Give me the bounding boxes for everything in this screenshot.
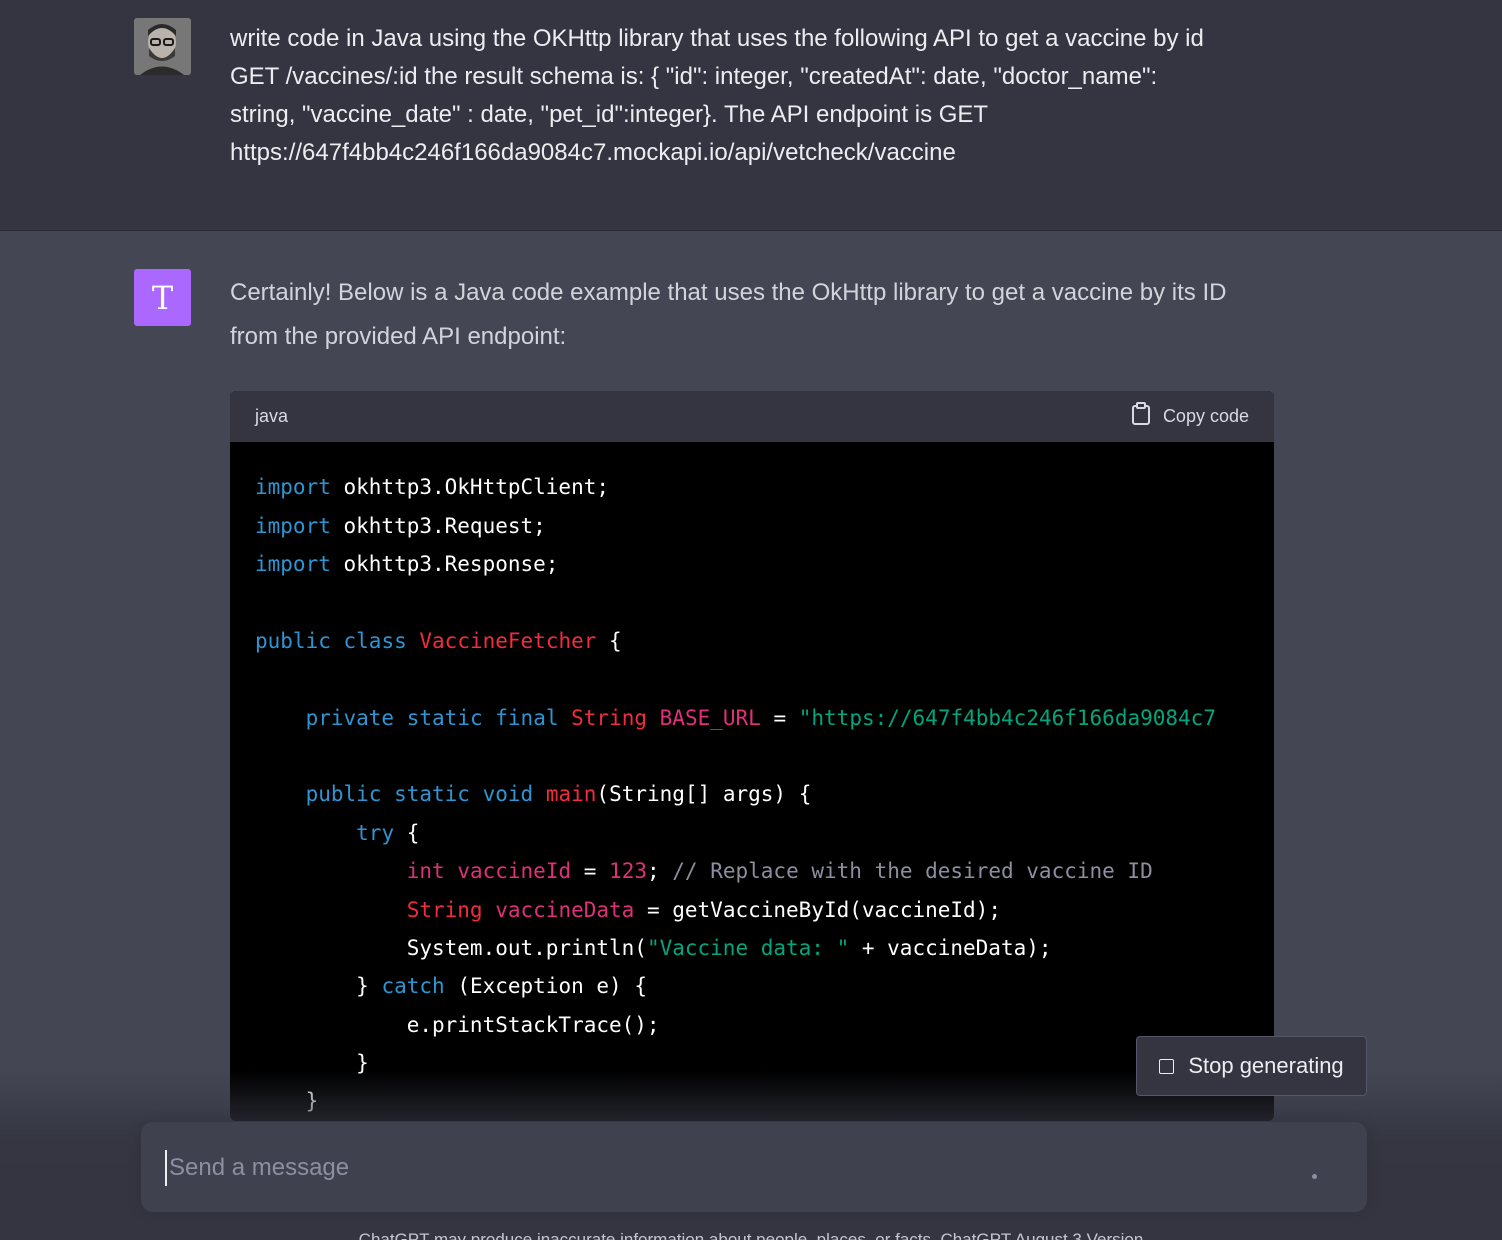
stop-generating-label: Stop generating bbox=[1188, 1053, 1344, 1078]
code-token: vaccineData bbox=[495, 898, 635, 922]
code-token: 123 bbox=[609, 859, 647, 883]
code-line: int vaccineId = 123; // Replace with the… bbox=[255, 852, 1153, 890]
code-token: final bbox=[495, 706, 559, 730]
code-token: } bbox=[356, 974, 382, 998]
code-token: BASE_URL bbox=[659, 706, 761, 730]
code-line: import okhttp3.Response; bbox=[255, 545, 558, 583]
code-token: "https://647f4bb4c246f166da9084c7 bbox=[798, 706, 1216, 730]
stop-generating-button[interactable]: Stop generating bbox=[1136, 1036, 1367, 1096]
code-token: public bbox=[255, 629, 331, 653]
user-avatar bbox=[134, 18, 191, 75]
assistant-intro-line: from the provided API endpoint: bbox=[230, 323, 567, 350]
code-token: = bbox=[760, 706, 799, 730]
disclaimer-text: ChatGPT may produce inaccurate informati… bbox=[358, 1230, 1144, 1240]
code-block: java Copy code import okhttp3.OkHttpClie… bbox=[230, 391, 1274, 1121]
code-token: = bbox=[571, 859, 610, 883]
code-token: int bbox=[406, 859, 445, 883]
user-message-line: GET /vaccines/:id the result schema is: … bbox=[230, 63, 1158, 90]
code-block-header: java Copy code bbox=[230, 391, 1274, 442]
user-message-line: write code in Java using the OKHttp libr… bbox=[230, 25, 1204, 52]
code-token: String bbox=[571, 706, 647, 730]
assistant-intro-line: Certainly! Below is a Java code example … bbox=[230, 279, 1227, 306]
code-token: catch bbox=[381, 974, 445, 998]
code-line: import okhttp3.Request; bbox=[255, 507, 546, 545]
code-token: VaccineFetcher bbox=[419, 629, 597, 653]
code-token: + vaccineData); bbox=[849, 936, 1052, 960]
code-token: import bbox=[255, 552, 331, 576]
user-message-line: string, "vaccine_date" : date, "pet_id":… bbox=[230, 101, 989, 128]
code-line: try { bbox=[255, 814, 419, 852]
message-input[interactable] bbox=[165, 1150, 1265, 1186]
user-message-text: write code in Java using the OKHttp libr… bbox=[230, 20, 1280, 172]
code-token: main bbox=[545, 782, 597, 806]
code-token: class bbox=[343, 629, 407, 653]
copy-code-label: Copy code bbox=[1162, 406, 1249, 426]
code-token: e.printStackTrace(); bbox=[406, 1013, 660, 1037]
code-token: (Exception e) { bbox=[444, 974, 647, 998]
code-token: ; bbox=[646, 859, 673, 883]
assistant-intro-text: Certainly! Below is a Java code example … bbox=[230, 271, 1290, 359]
code-token: import bbox=[255, 514, 331, 538]
message-composer bbox=[141, 1122, 1367, 1212]
code-line: e.printStackTrace(); bbox=[255, 1006, 660, 1044]
stop-square-icon bbox=[1159, 1058, 1175, 1074]
code-line: private static final String BASE_URL = "… bbox=[255, 699, 1216, 737]
code-token: String bbox=[406, 898, 483, 922]
code-body: import okhttp3.OkHttpClient; import okhtt… bbox=[230, 442, 1274, 1121]
assistant-avatar: T bbox=[134, 269, 191, 326]
code-token: private bbox=[305, 706, 395, 730]
code-line: public static void main(String[] args) { bbox=[255, 775, 812, 813]
code-token: okhttp3.Request; bbox=[330, 514, 546, 538]
code-line: public class VaccineFetcher { bbox=[255, 622, 622, 660]
code-line: String vaccineData = getVaccineById(vacc… bbox=[255, 891, 1001, 929]
code-line: } bbox=[255, 1082, 319, 1120]
code-token: import bbox=[255, 475, 331, 499]
code-line: } catch (Exception e) { bbox=[255, 967, 647, 1005]
code-token: static bbox=[406, 706, 483, 730]
code-token: public bbox=[305, 782, 382, 806]
code-token: System.out.println( bbox=[406, 936, 647, 960]
code-token: { bbox=[596, 629, 622, 653]
code-token: static bbox=[394, 782, 470, 806]
code-line: import okhttp3.OkHttpClient; bbox=[255, 468, 609, 506]
user-message: write code in Java using the OKHttp libr… bbox=[0, 0, 1502, 231]
code-token: } bbox=[305, 1089, 319, 1113]
code-token: { bbox=[394, 821, 420, 845]
code-line: System.out.println("Vaccine data: " + va… bbox=[255, 929, 1052, 967]
code-token: okhttp3.Response; bbox=[330, 552, 559, 576]
code-token: "Vaccine data: " bbox=[646, 936, 850, 960]
copy-code-button[interactable]: Copy code bbox=[1131, 402, 1249, 431]
code-token: (String[] args) { bbox=[596, 782, 812, 806]
code-token: try bbox=[356, 821, 395, 845]
code-token: okhttp3.OkHttpClient; bbox=[330, 475, 610, 499]
code-language-label: java bbox=[255, 406, 289, 426]
code-line: } bbox=[255, 1044, 369, 1082]
code-token: void bbox=[482, 782, 534, 806]
clipboard-icon bbox=[1131, 402, 1151, 431]
user-message-line: https://647f4bb4c246f166da9084c7.mockapi… bbox=[230, 139, 956, 166]
code-token: vaccineId bbox=[457, 859, 572, 883]
code-token: = getVaccineById(vaccineId); bbox=[634, 898, 1001, 922]
code-token: // Replace with the desired vaccine ID bbox=[672, 859, 1153, 883]
send-icon[interactable] bbox=[1312, 1174, 1317, 1179]
code-token: } bbox=[356, 1051, 369, 1075]
